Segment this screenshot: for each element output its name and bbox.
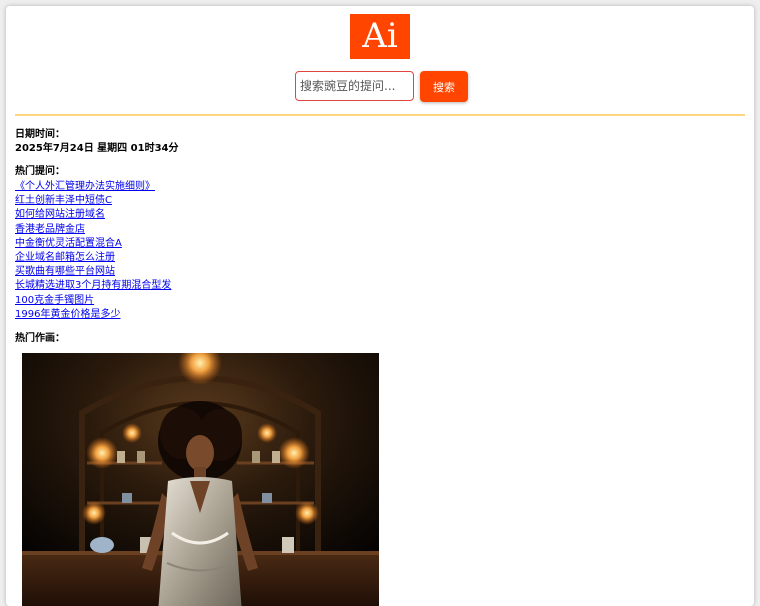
hot-question-link[interactable]: 买歌曲有哪些平台网站	[15, 266, 115, 277]
hot-question-link[interactable]: 1996年黄金价格是多少	[15, 309, 120, 320]
hot-question-link[interactable]: 100克金手镯图片	[15, 295, 94, 306]
list-item: 红土创新丰泽中短债C	[15, 194, 171, 208]
hot-question-link[interactable]: 企业域名邮箱怎么注册	[15, 252, 115, 263]
hot-question-link[interactable]: 长城精选进取3个月持有期混合型发	[15, 280, 171, 291]
artwork-illustration	[22, 353, 379, 606]
list-item: 《个人外汇管理办法实施细则》	[15, 180, 171, 194]
hot-artworks-label: 热门作画：	[15, 333, 65, 344]
hot-question-link[interactable]: 红土创新丰泽中短债C	[15, 195, 112, 206]
list-item: 长城精选进取3个月持有期混合型发	[15, 279, 171, 293]
hot-question-link[interactable]: 如何给网站注册域名	[15, 209, 105, 220]
list-item: 中金衡优灵活配置混合A	[15, 237, 171, 251]
list-item: 1996年黄金价格是多少	[15, 308, 171, 322]
search-input[interactable]	[295, 71, 414, 101]
datetime-value: 2025年7月24日 星期四 01时34分	[15, 143, 179, 154]
list-item: 如何给网站注册域名	[15, 208, 171, 222]
hot-questions-label: 热门提问：	[15, 166, 65, 177]
datetime-label: 日期时间：	[15, 129, 65, 140]
list-item: 买歌曲有哪些平台网站	[15, 265, 171, 279]
site-logo[interactable]: Ai	[350, 14, 410, 59]
list-item: 100克金手镯图片	[15, 294, 171, 308]
list-item: 香港老品牌金店	[15, 223, 171, 237]
hot-questions-list: 《个人外汇管理办法实施细则》 红土创新丰泽中短债C 如何给网站注册域名 香港老品…	[15, 180, 171, 322]
search-button[interactable]: 搜索	[420, 71, 468, 102]
header-divider	[15, 114, 745, 116]
artwork-image[interactable]	[22, 353, 379, 606]
list-item: 企业域名邮箱怎么注册	[15, 251, 171, 265]
hot-question-link[interactable]: 香港老品牌金店	[15, 224, 85, 235]
page: Ai 搜索 日期时间： 2025年7月24日 星期四 01时34分 热门提问： …	[6, 6, 754, 606]
hot-question-link[interactable]: 中金衡优灵活配置混合A	[15, 238, 122, 249]
hot-question-link[interactable]: 《个人外汇管理办法实施细则》	[15, 181, 155, 192]
